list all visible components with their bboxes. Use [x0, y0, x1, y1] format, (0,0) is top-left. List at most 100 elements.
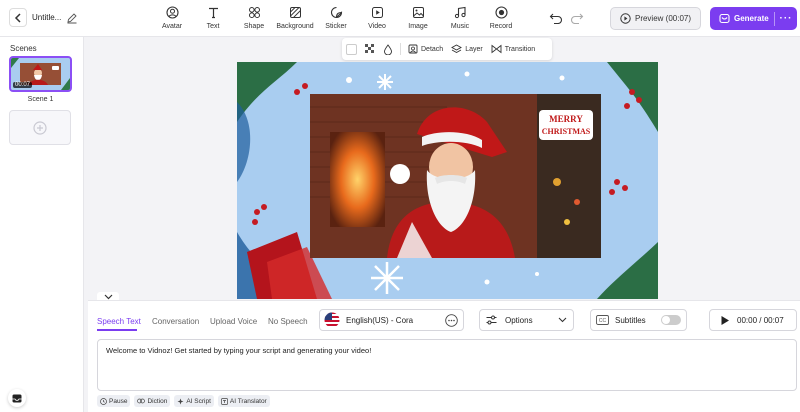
- tool-label: Avatar: [161, 23, 183, 30]
- detach-label: Detach: [421, 45, 444, 53]
- video-canvas[interactable]: MERRY CHRISTMAS: [237, 62, 658, 299]
- text-tool-button[interactable]: Text: [193, 6, 233, 30]
- undo-icon[interactable]: [549, 12, 563, 24]
- sign-text-christmas: CHRISTMAS: [542, 127, 591, 136]
- tab-conversation[interactable]: Conversation: [152, 317, 199, 326]
- record-icon: [494, 6, 508, 19]
- transition-label: Transition: [504, 45, 536, 53]
- generate-icon: [719, 13, 730, 24]
- video-icon: [371, 7, 383, 18]
- chip-label: AI Script: [186, 397, 211, 405]
- layers-icon: [451, 44, 463, 54]
- tab-no-speech[interactable]: No Speech: [268, 317, 308, 326]
- diction-chip[interactable]: Diction: [134, 395, 171, 407]
- chip-label: Pause: [109, 397, 128, 405]
- clock-icon: [100, 397, 107, 405]
- pause-chip[interactable]: Pause: [97, 395, 131, 407]
- tool-label: Shape: [243, 23, 265, 30]
- background-tool-button[interactable]: Background: [275, 6, 315, 30]
- options-dropdown[interactable]: Options: [479, 309, 574, 331]
- generate-main[interactable]: Generate: [710, 13, 774, 24]
- color-swatch-button[interactable]: [342, 43, 361, 55]
- video-tool-button[interactable]: Video: [357, 6, 397, 30]
- shape-icon: [248, 7, 260, 18]
- record-tool-button[interactable]: Record: [481, 6, 521, 30]
- tool-label: Sticker: [325, 23, 347, 30]
- script-textarea[interactable]: Welcome to Vidnoz! Get started by typing…: [97, 339, 797, 391]
- background-icon: [289, 7, 301, 18]
- checker-icon: [365, 44, 374, 53]
- snowflake: [371, 262, 403, 294]
- us-flag-icon: [324, 312, 340, 328]
- transition-button[interactable]: Transition: [487, 44, 539, 54]
- back-button[interactable]: [9, 8, 27, 27]
- tool-label: Record: [489, 23, 513, 30]
- layer-button[interactable]: Layer: [447, 44, 487, 54]
- subtitles-label: Subtitles: [615, 315, 646, 325]
- add-scene-button[interactable]: [9, 110, 71, 145]
- chevron-left-icon: [14, 12, 21, 23]
- plus-circle-icon: [33, 120, 47, 135]
- sticker-icon: [330, 6, 342, 19]
- detach-button[interactable]: Detach: [404, 44, 447, 54]
- cc-icon: CC: [596, 315, 609, 325]
- christmas-frame-image: MERRY CHRISTMAS: [237, 62, 658, 299]
- droplet-icon: [384, 43, 392, 55]
- tab-upload-voice[interactable]: Upload Voice: [210, 317, 257, 326]
- sparkle-icon: [177, 398, 184, 404]
- generate-label: Generate: [734, 14, 769, 23]
- link-icon: [137, 398, 146, 404]
- redo-icon[interactable]: [570, 12, 584, 24]
- inbox-icon: [12, 394, 22, 402]
- ai-translator-chip[interactable]: AI Translator: [217, 395, 270, 407]
- color-swatch: [346, 43, 357, 55]
- chip-label: Diction: [147, 397, 168, 405]
- tab-speech-text[interactable]: Speech Text: [97, 317, 141, 326]
- svg-text:CC: CC: [599, 318, 607, 324]
- snowflake: [377, 74, 393, 90]
- image-icon: [412, 7, 424, 18]
- tool-label: Text: [206, 23, 220, 30]
- shape-tool-button[interactable]: Shape: [234, 6, 274, 30]
- music-icon: [454, 6, 466, 19]
- inbox-button[interactable]: [8, 389, 26, 407]
- generate-button[interactable]: Generate ···: [710, 7, 797, 30]
- text-icon: [208, 7, 218, 19]
- preview-label: Preview (00:07): [634, 14, 692, 23]
- subtitles-toggle[interactable]: [661, 315, 681, 325]
- scenes-panel: Scenes 00:07 Scene 1: [0, 37, 84, 412]
- fill-color-button[interactable]: [379, 43, 397, 55]
- options-label: Options: [505, 315, 533, 325]
- sliders-icon: [486, 315, 497, 325]
- script-panel: Speech Text Conversation Upload Voice No…: [88, 300, 800, 412]
- preview-button[interactable]: Preview (00:07): [610, 7, 701, 30]
- script-tools: Pause Diction AI Script AI Translator: [97, 395, 270, 407]
- music-tool-button[interactable]: Music: [440, 6, 480, 30]
- ai-script-chip[interactable]: AI Script: [174, 395, 214, 407]
- image-tool-button[interactable]: Image: [398, 6, 438, 30]
- more-options-icon[interactable]: ···: [775, 13, 797, 24]
- tool-label: Video: [368, 23, 386, 30]
- divider: [400, 43, 401, 55]
- canvas-floating-toolbar: Detach Layer Transition: [342, 38, 552, 60]
- layer-label: Layer: [465, 45, 483, 53]
- transparency-button[interactable]: [361, 44, 379, 54]
- scene-thumbnail[interactable]: 00:07: [9, 56, 72, 92]
- scene-duration: 00:07: [13, 82, 33, 88]
- scenes-title: Scenes: [10, 44, 37, 53]
- avatar-icon: [165, 6, 179, 19]
- edit-icon[interactable]: [66, 12, 78, 24]
- avatar-tool-button[interactable]: Avatar: [152, 6, 192, 30]
- tool-label: Music: [450, 23, 470, 30]
- sticker-tool-button[interactable]: Sticker: [316, 6, 356, 30]
- sign-text-merry: MERRY: [549, 114, 583, 124]
- subtitles-control: CC Subtitles: [590, 309, 687, 331]
- play-circle-icon: [620, 13, 631, 24]
- project-title[interactable]: Untitle...: [32, 13, 61, 22]
- more-circle-icon[interactable]: [445, 313, 458, 327]
- play-icon[interactable]: [720, 315, 730, 326]
- playback-control: 00:00 / 00:07: [709, 309, 797, 331]
- scene-label: Scene 1: [27, 96, 54, 103]
- tool-label: Background: [276, 23, 314, 30]
- voice-selector[interactable]: English(US) - Cora: [319, 309, 464, 331]
